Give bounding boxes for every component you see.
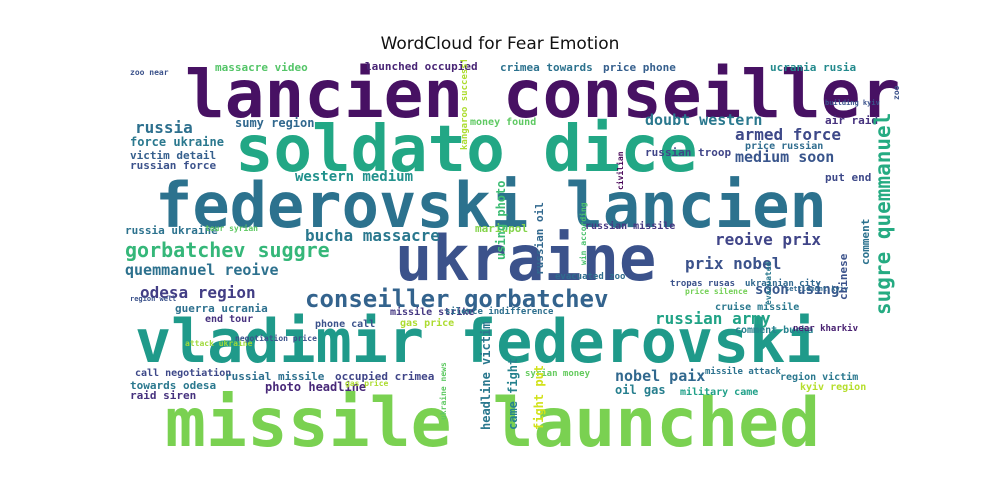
word: raid siren bbox=[130, 389, 197, 402]
word: russian missile bbox=[585, 221, 676, 232]
word: evacuated bbox=[764, 261, 773, 305]
word: kangaroo successfully bbox=[460, 60, 470, 150]
word: evacuated zoo bbox=[555, 272, 626, 282]
word: cruise missile bbox=[715, 302, 800, 313]
word: russian oil bbox=[533, 202, 546, 275]
word: win according bbox=[579, 202, 588, 265]
word: gorbatchev suggre bbox=[125, 238, 330, 262]
word: price silence bbox=[685, 287, 748, 296]
word: massacre video bbox=[215, 61, 308, 74]
word: guerra ucrania bbox=[175, 302, 268, 315]
word: russian troop bbox=[645, 146, 732, 159]
word: ucrania rusia bbox=[770, 61, 857, 74]
word: quemmanuel reoive bbox=[125, 261, 279, 279]
word: building kyiv bbox=[825, 99, 880, 107]
word: region well bbox=[130, 295, 177, 303]
word: tour syrian bbox=[205, 224, 258, 233]
word: russia bbox=[135, 118, 193, 137]
word: kyiv region bbox=[800, 382, 867, 393]
word: price phone bbox=[603, 61, 676, 74]
word: price russian bbox=[745, 141, 824, 152]
word: zoo near bbox=[130, 68, 169, 77]
word: oil gas bbox=[615, 383, 666, 397]
word: russian force bbox=[130, 159, 217, 172]
word: near kharkiv bbox=[793, 324, 859, 334]
chart-title: WordCloud for Fear Emotion bbox=[380, 34, 620, 54]
word: phone call bbox=[315, 319, 376, 330]
word: ukraine news bbox=[439, 362, 448, 420]
word: crimea towards bbox=[500, 61, 593, 74]
word: doubt western bbox=[645, 111, 763, 129]
word: gas price bbox=[400, 318, 455, 329]
word: medium soon bbox=[735, 148, 835, 166]
word: missile attack bbox=[705, 367, 781, 377]
word: gas price bbox=[345, 379, 389, 388]
word: silence indifference bbox=[445, 307, 554, 317]
word: sumy region bbox=[235, 116, 315, 130]
word: came fight bbox=[506, 357, 520, 430]
word: chinese bbox=[837, 253, 850, 300]
word: nobel paix bbox=[615, 367, 706, 385]
word: western medium bbox=[295, 169, 414, 185]
word: put end bbox=[825, 171, 872, 184]
word: russia ukraine bbox=[125, 224, 218, 237]
word: headline victim bbox=[479, 321, 493, 430]
word-cloud: lancien conseiller soldato dice federovs… bbox=[125, 60, 900, 460]
word: money found bbox=[470, 117, 537, 128]
word: sugre quemmanuel bbox=[871, 112, 895, 315]
word: civilian bbox=[616, 151, 625, 190]
word: comment bbox=[859, 218, 872, 265]
word: end tour bbox=[205, 314, 254, 325]
word: zoo bbox=[892, 85, 900, 100]
word: force ukraine bbox=[130, 135, 224, 149]
word: bucha massacre bbox=[305, 226, 440, 245]
word: military came bbox=[680, 387, 759, 398]
word: fight put bbox=[532, 364, 546, 430]
word: call negotiation bbox=[135, 368, 232, 379]
word: using photo bbox=[494, 180, 508, 260]
word: negotiation price bbox=[235, 334, 317, 343]
word: reoive prix bbox=[715, 230, 821, 249]
